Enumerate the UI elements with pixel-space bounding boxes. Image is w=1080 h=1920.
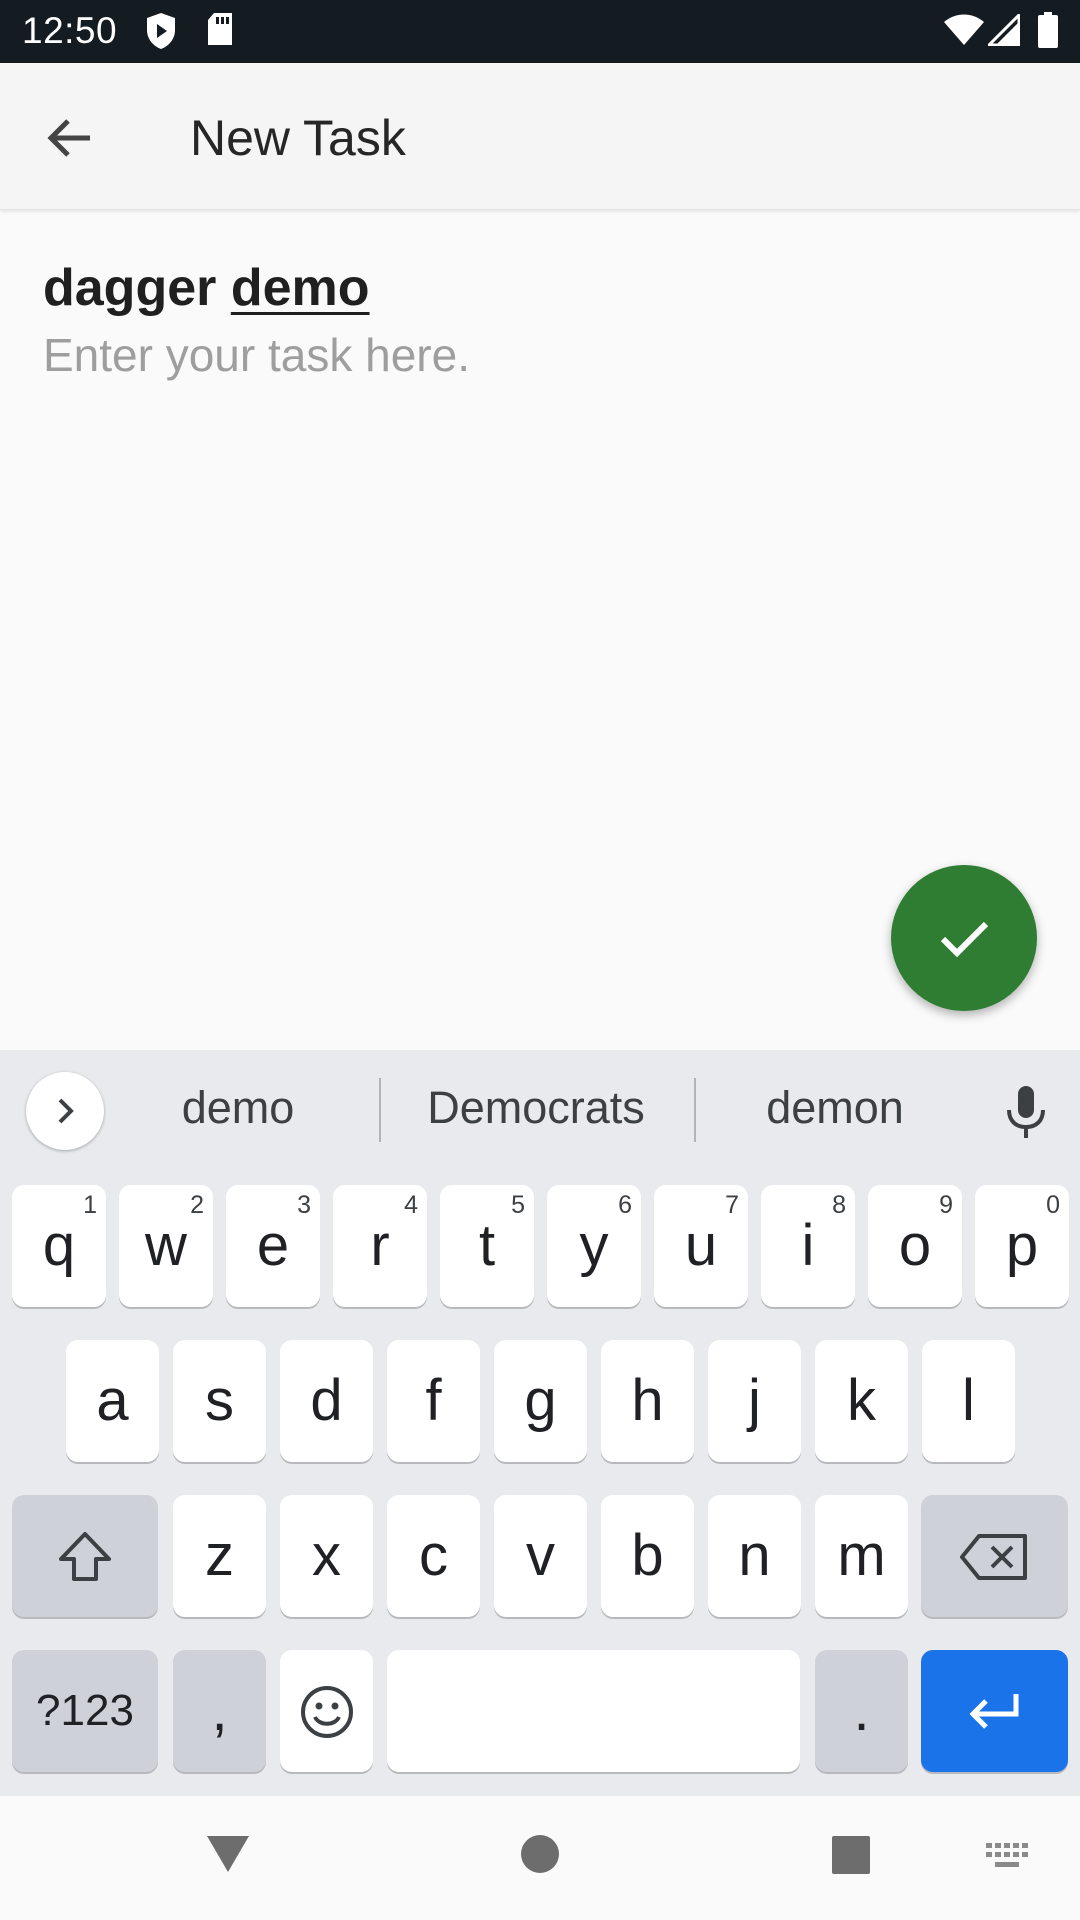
key-i[interactable]: 8i — [761, 1185, 855, 1307]
sd-card-icon — [206, 12, 234, 53]
shift-icon — [59, 1532, 111, 1581]
emoji-icon — [301, 1686, 353, 1738]
emoji-key[interactable] — [280, 1650, 373, 1772]
key-t[interactable]: 5t — [440, 1185, 534, 1307]
key-o[interactable]: 9o — [868, 1185, 962, 1307]
key-f[interactable]: f — [387, 1340, 480, 1462]
key-v[interactable]: v — [494, 1495, 587, 1617]
arrow-back-icon — [47, 119, 90, 157]
space-key[interactable] — [387, 1650, 800, 1772]
expand-toolbar-button[interactable] — [26, 1072, 104, 1150]
backspace-key[interactable] — [921, 1495, 1068, 1617]
square-icon — [832, 1836, 870, 1874]
key-u[interactable]: 7u — [654, 1185, 748, 1307]
symbols-key[interactable]: ?123 — [12, 1650, 158, 1772]
comma-key[interactable]: , — [173, 1650, 266, 1772]
page-title: New Task — [190, 110, 406, 166]
key-b[interactable]: b — [601, 1495, 694, 1617]
shield-play-icon — [145, 12, 177, 55]
task-title-word: dagger — [43, 259, 217, 317]
suggestion-3[interactable]: demon — [720, 1082, 950, 1134]
key-q[interactable]: 1q — [12, 1185, 106, 1307]
shift-key[interactable] — [12, 1495, 158, 1617]
suggestion-1[interactable]: demo — [130, 1082, 346, 1134]
status-time: 12:50 — [22, 10, 118, 51]
cell-signal-icon — [985, 11, 1021, 51]
key-s[interactable]: s — [173, 1340, 266, 1462]
mic-icon — [1007, 1086, 1045, 1138]
key-d[interactable]: d — [280, 1340, 373, 1462]
key-p[interactable]: 0p — [975, 1185, 1069, 1307]
mic-button[interactable] — [1004, 1084, 1048, 1145]
key-g[interactable]: g — [494, 1340, 587, 1462]
enter-key[interactable] — [921, 1650, 1068, 1772]
key-a[interactable]: a — [66, 1340, 159, 1462]
task-title-field[interactable]: dagger demo — [43, 258, 370, 318]
key-k[interactable]: k — [815, 1340, 908, 1462]
key-r[interactable]: 4r — [333, 1185, 427, 1307]
key-w[interactable]: 2w — [119, 1185, 213, 1307]
key-n[interactable]: n — [708, 1495, 801, 1617]
key-z[interactable]: z — [173, 1495, 266, 1617]
navigation-bar — [0, 1796, 1080, 1920]
triangle-down-icon — [207, 1836, 249, 1872]
wifi-icon — [944, 14, 984, 51]
battery-icon — [1038, 12, 1058, 53]
nav-recents-button[interactable] — [831, 1835, 871, 1880]
key-y[interactable]: 6y — [547, 1185, 641, 1307]
key-x[interactable]: x — [280, 1495, 373, 1617]
save-task-button[interactable] — [891, 865, 1037, 1011]
key-j[interactable]: j — [708, 1340, 801, 1462]
suggestion-2[interactable]: Democrats — [400, 1082, 672, 1134]
key-e[interactable]: 3e — [226, 1185, 320, 1307]
keyboard-switch-button[interactable] — [986, 1843, 1030, 1874]
suggestion-bar: demo Democrats demon — [0, 1050, 1080, 1170]
suggestion-divider — [694, 1078, 696, 1142]
chevron-right-icon — [58, 1098, 74, 1124]
app-bar: New Task — [0, 63, 1080, 210]
key-l[interactable]: l — [922, 1340, 1015, 1462]
key-m[interactable]: m — [815, 1495, 908, 1617]
circle-icon — [521, 1835, 559, 1873]
keyboard: demo Democrats demon 1q 2w 3e 4r 5t 6y 7… — [0, 1050, 1080, 1796]
key-c[interactable]: c — [387, 1495, 480, 1617]
task-title-composing-word: demo — [230, 259, 370, 317]
keyboard-icon — [986, 1843, 1028, 1867]
nav-home-button[interactable] — [520, 1834, 560, 1879]
back-button[interactable] — [40, 108, 100, 168]
status-bar: 12:50 — [0, 0, 1080, 63]
key-h[interactable]: h — [601, 1340, 694, 1462]
task-description-field[interactable]: Enter your task here. — [43, 328, 470, 382]
period-key[interactable]: . — [815, 1650, 908, 1772]
suggestion-divider — [379, 1078, 381, 1142]
nav-back-button[interactable] — [205, 1834, 251, 1879]
backspace-icon — [960, 1534, 1027, 1580]
enter-arrow-icon — [969, 1694, 1019, 1729]
check-icon — [940, 921, 989, 958]
